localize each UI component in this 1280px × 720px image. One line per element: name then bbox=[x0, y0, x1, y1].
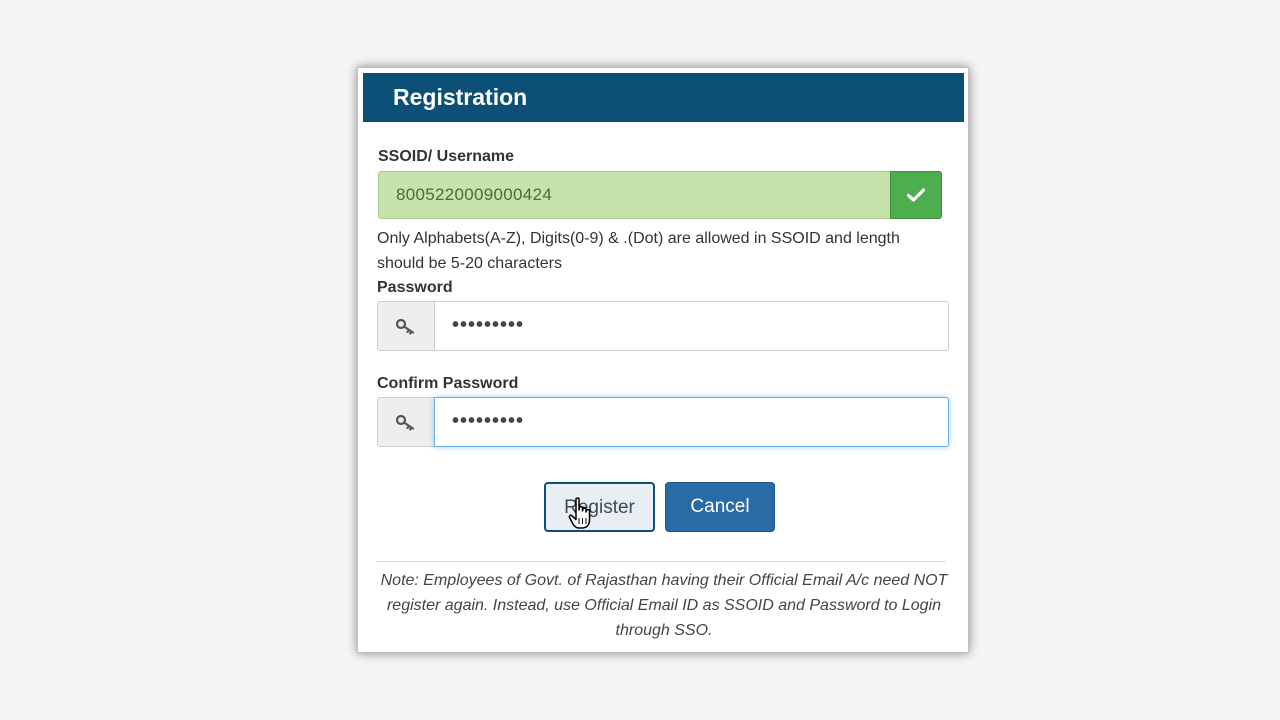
password-addon bbox=[377, 301, 434, 351]
confirm-password-addon bbox=[377, 397, 434, 447]
confirm-password-field-group: ••••••••• bbox=[377, 397, 949, 447]
divider bbox=[376, 561, 946, 562]
check-icon bbox=[907, 188, 925, 202]
employee-note: Note: Employees of Govt. of Rajasthan ha… bbox=[380, 572, 948, 639]
ssoid-label: SSOID/ Username bbox=[378, 148, 515, 165]
register-button[interactable]: Register bbox=[544, 482, 655, 532]
key-icon bbox=[395, 318, 415, 335]
ssoid-hint: Only Alphabets(A-Z), Digits(0-9) & .(Dot… bbox=[377, 230, 900, 272]
confirm-password-input[interactable]: ••••••••• bbox=[434, 397, 949, 447]
hand-cursor-icon bbox=[568, 497, 591, 529]
password-label: Password bbox=[377, 279, 453, 296]
ssoid-valid-button[interactable] bbox=[890, 171, 942, 219]
password-field-group: ••••••••• bbox=[377, 301, 949, 351]
dialog-title: Registration bbox=[363, 73, 964, 122]
ssoid-field-group: 8005220009000424 bbox=[378, 171, 942, 219]
key-icon bbox=[395, 414, 415, 431]
registration-dialog: Registration SSOID/ Username 80052200090… bbox=[357, 67, 969, 653]
ssoid-input[interactable]: 8005220009000424 bbox=[378, 171, 890, 219]
cancel-button[interactable]: Cancel bbox=[665, 482, 775, 532]
password-input[interactable]: ••••••••• bbox=[434, 301, 949, 351]
confirm-password-label: Confirm Password bbox=[377, 375, 519, 392]
